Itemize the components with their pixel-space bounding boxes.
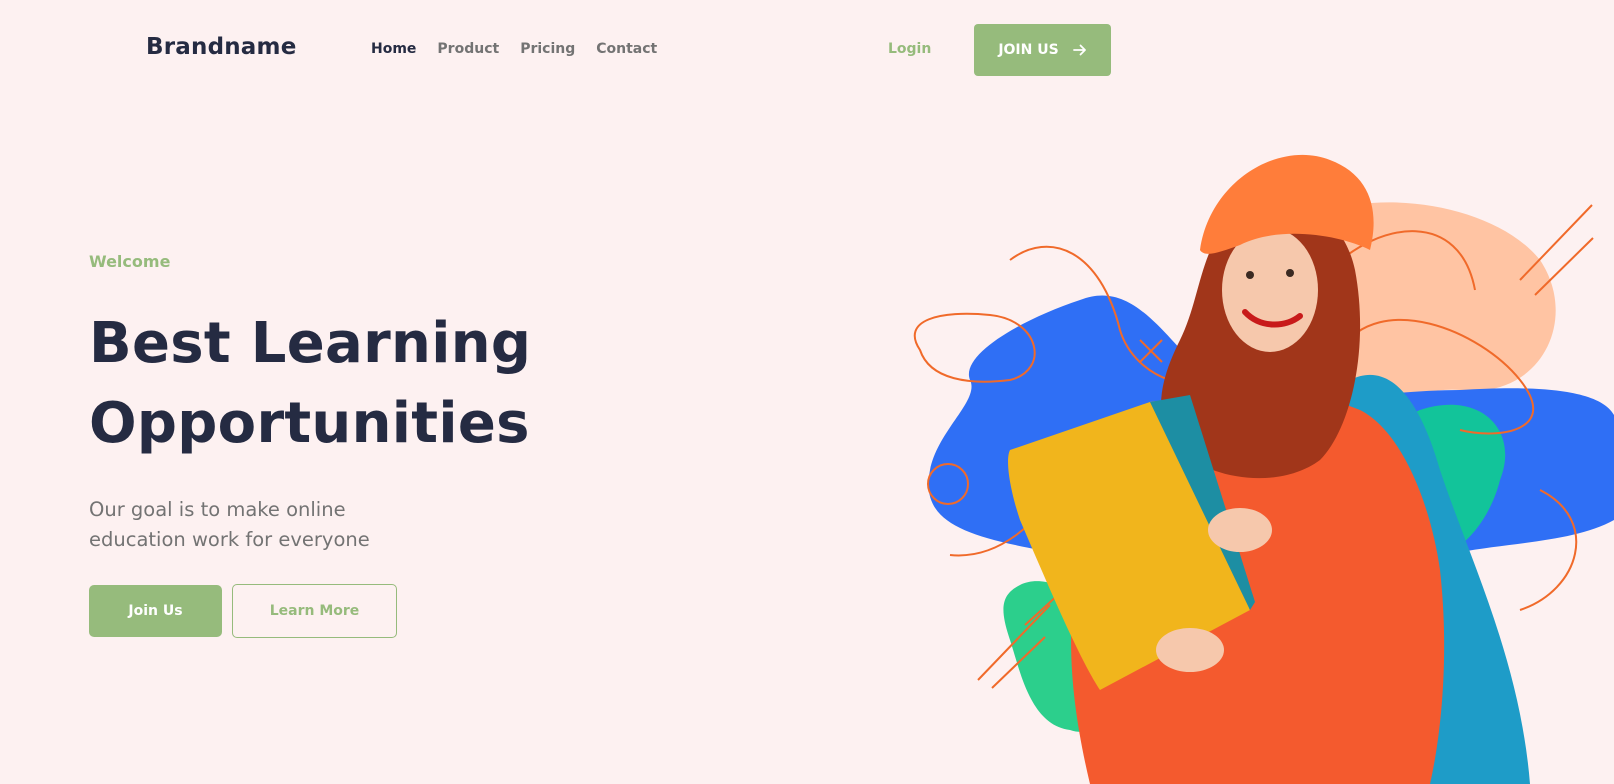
nav-home[interactable]: Home bbox=[371, 41, 416, 57]
learn-more-button[interactable]: Learn More bbox=[232, 584, 397, 638]
site-header: Brandname Home Product Pricing Contact L… bbox=[0, 0, 1614, 100]
hero-subtitle-line-2: education work for everyone bbox=[89, 528, 370, 551]
hero-subtitle: Our goal is to make online education wor… bbox=[89, 495, 409, 555]
main-nav: Home Product Pricing Contact bbox=[371, 41, 657, 57]
nav-pricing[interactable]: Pricing bbox=[520, 41, 575, 57]
join-us-header-label: JOIN US bbox=[998, 42, 1059, 58]
login-link[interactable]: Login bbox=[888, 41, 931, 57]
arrow-right-icon bbox=[1072, 44, 1086, 56]
hero-title-line-1: Best Learning bbox=[89, 311, 532, 376]
face bbox=[1222, 228, 1318, 352]
hero-subtitle-line-1: Our goal is to make online bbox=[89, 498, 346, 521]
nav-product[interactable]: Product bbox=[437, 41, 499, 57]
welcome-eyebrow: Welcome bbox=[89, 252, 171, 271]
hero-title-line-2: Opportunities bbox=[89, 391, 530, 456]
nav-contact[interactable]: Contact bbox=[596, 41, 657, 57]
hand-lower bbox=[1156, 628, 1224, 672]
hand-upper bbox=[1208, 508, 1272, 552]
hero-illustration bbox=[900, 140, 1614, 784]
join-us-button[interactable]: Join Us bbox=[89, 585, 222, 637]
hero-title: Best Learning Opportunities bbox=[89, 304, 531, 464]
join-us-header-button[interactable]: JOIN US bbox=[974, 24, 1111, 76]
brand-logo[interactable]: Brandname bbox=[146, 34, 297, 60]
student-illustration bbox=[913, 154, 1614, 784]
